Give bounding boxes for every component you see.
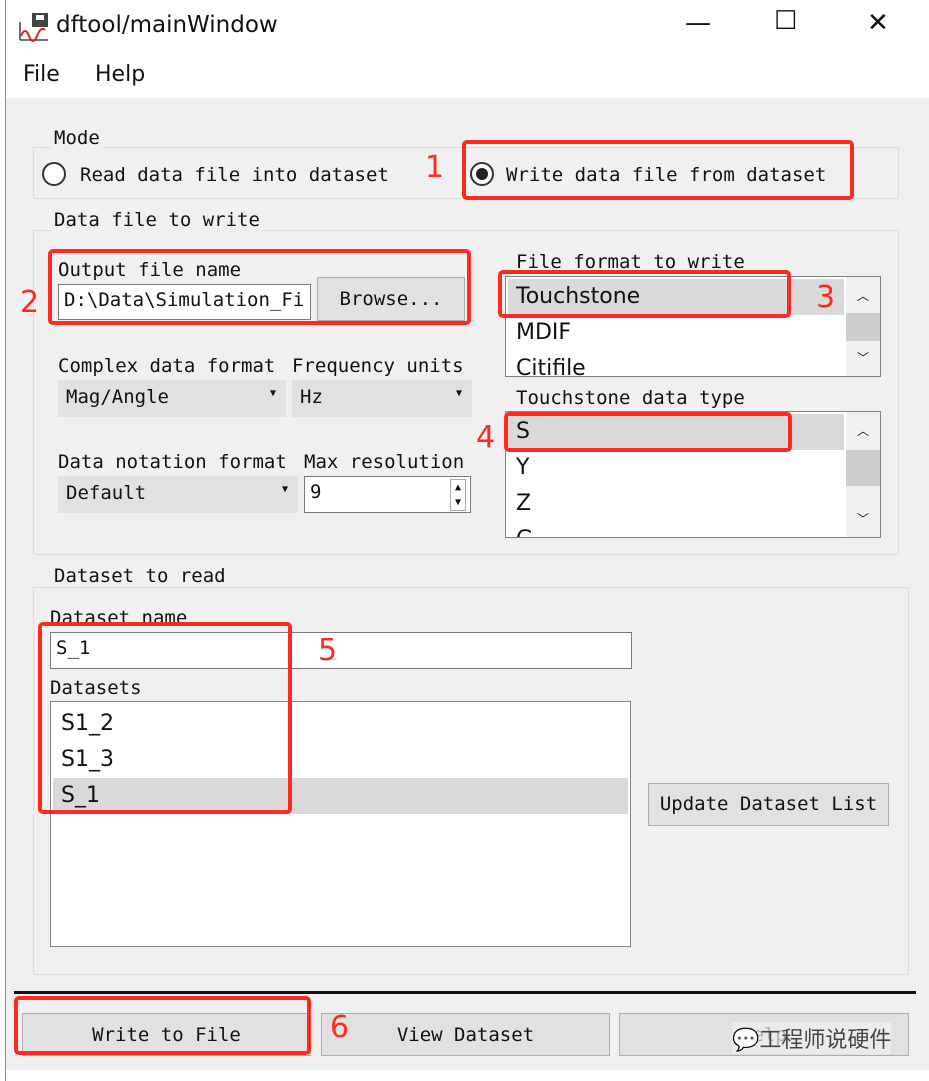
- chevron-down-icon: ▼: [281, 484, 288, 495]
- datafile-label: Data file to write: [52, 209, 262, 231]
- annotation-box: [14, 996, 311, 1055]
- notation-format-value: Default: [66, 482, 147, 504]
- annotation-number: 5: [318, 633, 338, 668]
- watermark: 💬工程师说硬件: [732, 1022, 892, 1054]
- touchstone-type-label: Touchstone data type: [516, 387, 745, 409]
- wechat-icon: 💬: [732, 1028, 760, 1053]
- dataset-label: Dataset to read: [52, 565, 228, 587]
- annotation-box: [38, 622, 292, 814]
- file-format-item[interactable]: Citifile: [508, 351, 844, 376]
- close-button[interactable]: ✕: [867, 8, 889, 38]
- annotation-number: 4: [476, 420, 496, 455]
- read-mode-radio[interactable]: [42, 162, 66, 186]
- minimize-button[interactable]: —: [685, 8, 711, 38]
- frequency-units-label: Frequency units: [292, 355, 464, 377]
- annotation-box: [48, 249, 471, 325]
- annotation-number: 1: [425, 150, 445, 185]
- complex-format-label: Complex data format: [58, 355, 276, 377]
- chevron-down-icon: ▼: [269, 388, 276, 399]
- chevron-down-icon: ▼: [455, 388, 462, 399]
- frequency-units-select[interactable]: Hz ▼: [292, 380, 472, 417]
- maximize-button[interactable]: ☐: [774, 6, 797, 36]
- max-resolution-spinbox[interactable]: 9 ▲ ▼: [304, 476, 471, 513]
- touchstone-type-item[interactable]: Z: [508, 486, 844, 522]
- mode-label: Mode: [52, 127, 102, 149]
- file-format-item[interactable]: MDIF: [508, 315, 844, 351]
- view-dataset-button[interactable]: View Dataset: [321, 1013, 610, 1056]
- annotation-box: [462, 140, 854, 200]
- update-dataset-list-button[interactable]: Update Dataset List: [648, 783, 889, 826]
- notation-format-label: Data notation format: [58, 451, 287, 473]
- complex-format-value: Mag/Angle: [66, 386, 169, 408]
- scrollbar[interactable]: ︿ ﹀: [846, 277, 880, 376]
- notation-format-select[interactable]: Default ▼: [58, 476, 298, 513]
- frequency-units-value: Hz: [300, 386, 323, 408]
- spin-arrows-icon[interactable]: ▲ ▼: [449, 479, 466, 511]
- touchstone-type-item[interactable]: G: [508, 522, 844, 537]
- app-icon: [18, 12, 50, 42]
- max-resolution-value: 9: [310, 481, 322, 503]
- menu-file[interactable]: File: [23, 62, 60, 87]
- scrollbar[interactable]: ︿ ﹀: [846, 412, 880, 537]
- annotation-number: 3: [816, 280, 836, 315]
- read-mode-label[interactable]: Read data file into dataset: [80, 164, 389, 186]
- touchstone-type-item[interactable]: Y: [508, 450, 844, 486]
- separator: [14, 991, 916, 994]
- annotation-box: [498, 270, 791, 318]
- annotation-box: [504, 412, 792, 452]
- annotation-number: 6: [330, 1010, 350, 1045]
- annotation-number: 2: [20, 285, 40, 320]
- window-title: dftool/mainWindow: [56, 12, 278, 38]
- complex-format-select[interactable]: Mag/Angle ▼: [58, 380, 286, 417]
- max-resolution-label: Max resolution: [304, 451, 465, 473]
- menu-help[interactable]: Help: [95, 62, 145, 87]
